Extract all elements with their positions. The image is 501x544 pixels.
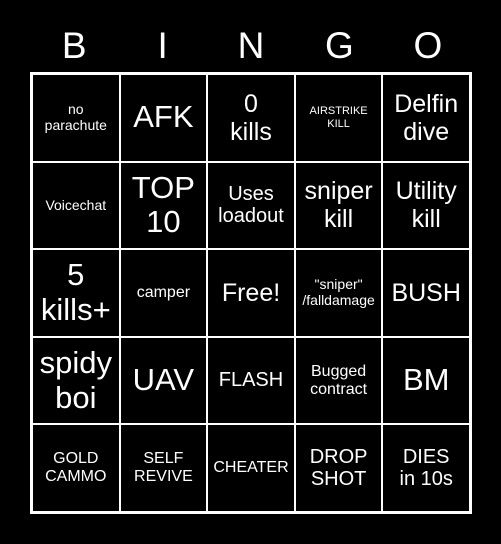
bingo-card: B I N G O no parachute AFK 0 kills AIRSTRIK… [0,0,501,544]
bingo-cell[interactable]: 0 kills [207,74,295,162]
bingo-cell-label: 5 kills+ [40,257,111,327]
bingo-cell[interactable]: TOP 10 [119,161,208,250]
bingo-cell[interactable]: sniper kill [294,161,383,250]
bingo-grid: no parachute AFK 0 kills AIRSTRIKE KILL Delf… [30,72,472,514]
bingo-cell-label: AFK [133,99,194,135]
bingo-cell-label: DROP SHOT [309,445,368,491]
bingo-header-letter-g: G [325,24,354,66]
bingo-header-letter-n: N [237,24,265,66]
bingo-cell[interactable]: CHEATER [207,424,295,512]
bingo-cell[interactable]: "sniper" /falldamage [294,249,383,337]
bingo-cell-label: "sniper" /falldamage [302,276,375,308]
bingo-cell[interactable]: no parachute [32,74,120,162]
bingo-cell-label: 0 kills [230,89,272,146]
bingo-cell[interactable]: BUSH [382,249,470,337]
bingo-cell[interactable]: Voicechat [32,161,120,250]
bingo-cell-label: Delfin dive [394,89,459,146]
bingo-cell[interactable]: Bugged contract [294,336,383,425]
bingo-header-letter-i: I [157,24,168,66]
bingo-cell-label: sniper kill [304,177,373,234]
bingo-cell[interactable]: FLASH [207,336,295,425]
bingo-cell[interactable]: Uses loadout [207,161,295,250]
bingo-cell-label: Uses loadout [218,183,284,228]
bingo-cell-label: AIRSTRIKE KILL [309,105,368,130]
bingo-cell[interactable]: DROP SHOT [294,424,383,512]
bingo-cell-label: DIES in 10s [399,445,453,491]
bingo-cell-label: UAV [132,362,195,398]
bingo-cell-label: Utility kill [395,177,457,234]
bingo-cell[interactable]: BM [382,336,470,425]
bingo-header: B I N G O [30,20,472,70]
bingo-header-letter-b: B [61,24,87,66]
bingo-cell[interactable]: AFK [119,74,208,162]
bingo-cell-label: FLASH [218,369,284,392]
bingo-cell-label: Voicechat [45,196,107,213]
bingo-header-letter-o: O [413,24,443,66]
bingo-cell-label: CHEATER [213,459,289,477]
bingo-cell[interactable]: Utility kill [382,161,470,250]
bingo-cell[interactable]: UAV [119,336,208,425]
bingo-cell[interactable]: SELF REVIVE [119,424,208,512]
bingo-cell[interactable]: Delfin dive [382,74,470,162]
bingo-cell-label: TOP 10 [131,169,195,240]
bingo-cell-label: SELF REVIVE [134,450,193,486]
bingo-cell-label: Free! [221,278,281,307]
bingo-cell-label: camper [136,284,191,302]
bingo-cell-label: Bugged contract [310,362,368,398]
bingo-cell[interactable]: AIRSTRIKE KILL [294,74,383,162]
bingo-cell[interactable]: GOLD CAMMO [32,424,120,512]
bingo-cell[interactable]: camper [119,249,208,337]
bingo-cell[interactable]: 5 kills+ [32,249,120,337]
bingo-cell-label: BUSH [391,278,461,307]
bingo-cell-label: no parachute [44,101,107,133]
bingo-free-cell[interactable]: Free! [207,249,295,337]
bingo-cell-label: spidy boi [39,344,112,415]
bingo-cell-label: BM [402,362,450,398]
bingo-cell[interactable]: spidy boi [32,336,120,425]
bingo-cell[interactable]: DIES in 10s [382,424,470,512]
bingo-cell-label: GOLD CAMMO [45,450,107,486]
